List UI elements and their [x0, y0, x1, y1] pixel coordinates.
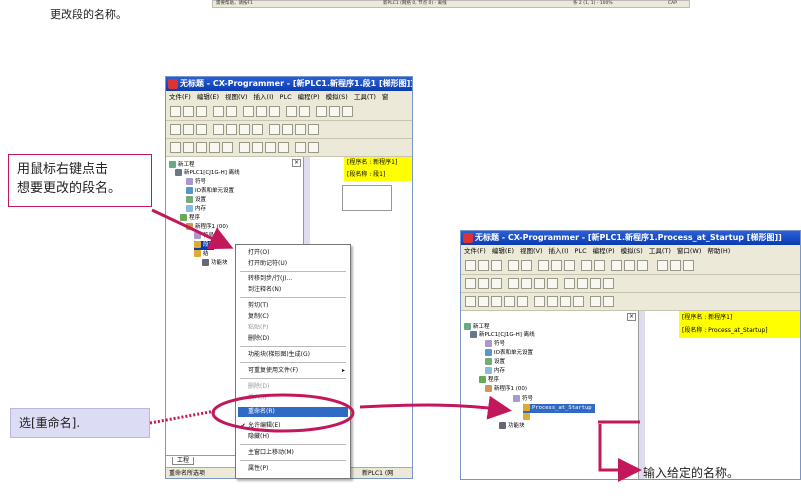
arrow-to-window-2: [359, 395, 512, 420]
bottom-caption: 输入给定的名称。: [643, 466, 740, 480]
arrow-to-caption: [598, 424, 642, 482]
dotted-connector: [149, 409, 216, 425]
annotation-arrows: [149, 208, 642, 482]
arrow-to-section: [151, 208, 234, 250]
